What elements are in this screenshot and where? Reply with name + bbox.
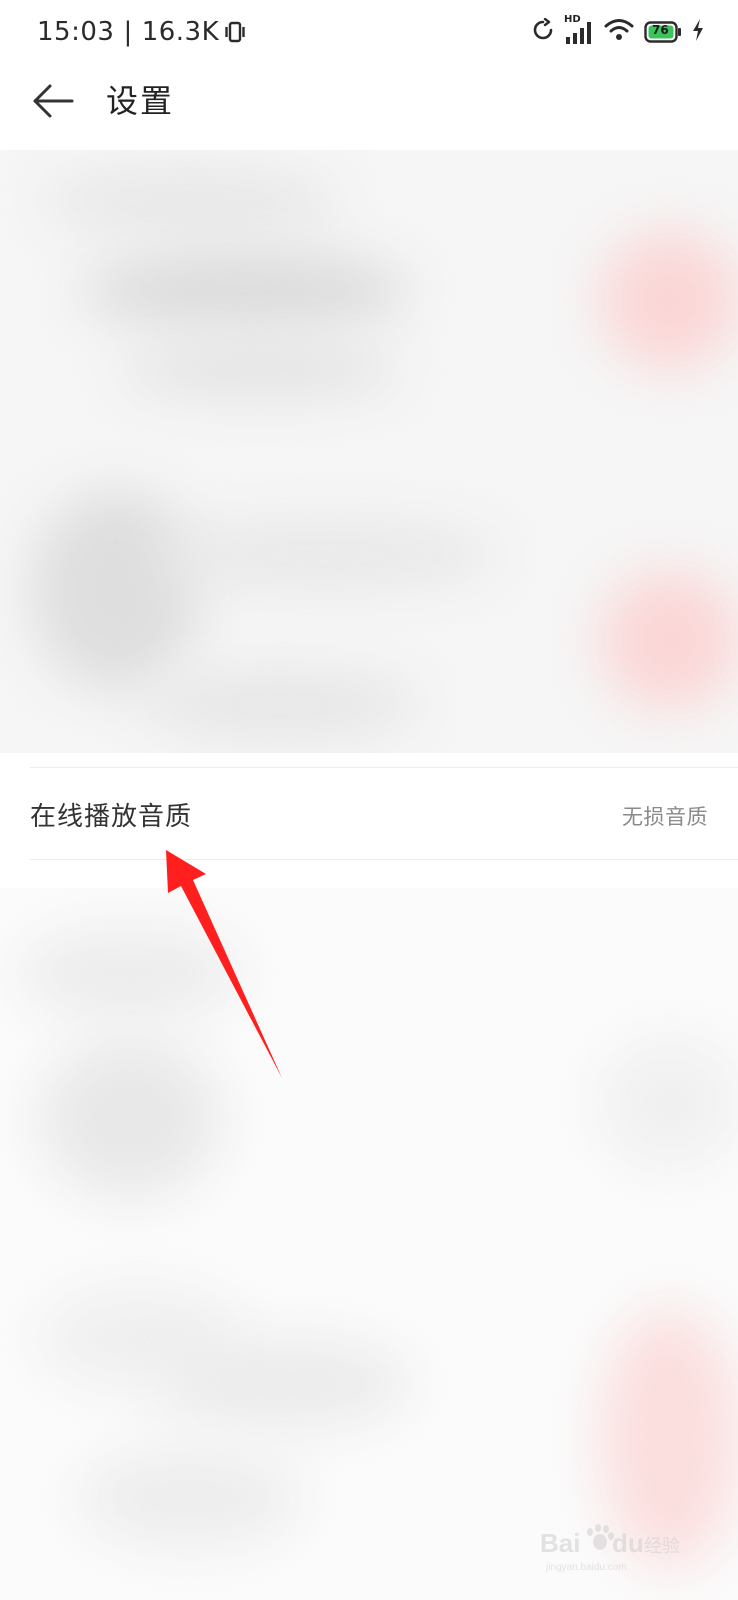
sync-icon [532,17,554,46]
svg-text:Bai: Bai [540,1528,580,1558]
status-left: 15:03 | 16.3K [37,14,245,50]
blurred-content-bottom [0,888,738,1600]
wifi-icon [604,18,634,46]
page-title: 设置 [106,82,175,120]
status-bar: 15:03 | 16.3K HD 76 [0,0,738,64]
divider-bottom [30,859,738,860]
network-speed: 16.3K [141,17,220,47]
setting-value: 无损音质 [622,805,708,829]
online-playback-quality-row[interactable]: 在线播放音质 无损音质 [0,768,738,860]
blurred-content-top [0,150,738,753]
status-time: 15:03 [37,17,115,47]
status-right: HD 76 [532,14,704,48]
back-arrow-icon [33,84,74,118]
battery-level: 76 [652,23,669,37]
setting-label: 在线播放音质 [30,802,193,832]
vibrate-icon [225,21,245,43]
svg-text:jingyan.baidu.com: jingyan.baidu.com [545,1562,627,1573]
svg-text:du: du [612,1528,644,1558]
app-header: 设置 [0,64,738,150]
battery-icon: 76 [644,21,682,43]
charging-icon [692,19,704,45]
status-separator: | [123,17,133,47]
svg-text:经验: 经验 [644,1536,680,1557]
baidu-jingyan-watermark: Bai du 经验 jingyan.baidu.com [538,1520,698,1576]
back-button[interactable] [30,78,76,124]
signal-icon: HD [564,14,594,46]
